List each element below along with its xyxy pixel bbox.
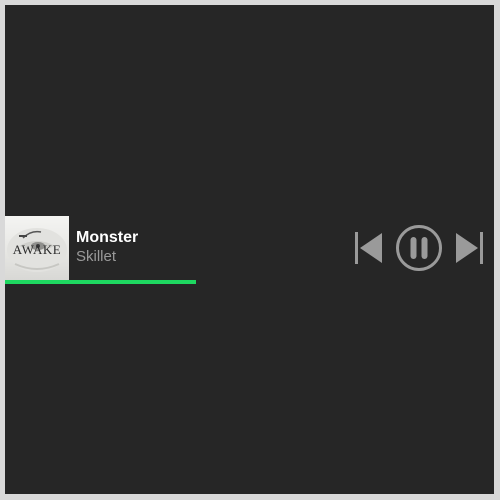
previous-button[interactable]	[354, 231, 384, 265]
track-title[interactable]: Monster	[76, 228, 138, 248]
skip-next-icon	[456, 232, 483, 264]
album-title-text: AWAKE	[12, 242, 62, 257]
playback-controls	[354, 224, 494, 274]
pause-circle-icon	[396, 225, 442, 271]
album-art[interactable]: AWAKE	[5, 216, 69, 280]
skip-previous-icon	[355, 232, 382, 264]
track-info: Monster Skillet	[76, 228, 138, 266]
progress-fill	[5, 280, 196, 284]
track-artist[interactable]: Skillet	[76, 248, 138, 266]
next-button[interactable]	[454, 231, 484, 265]
player-panel: AWAKE Monster Skillet	[5, 5, 494, 494]
window-frame: AWAKE Monster Skillet	[0, 0, 500, 500]
now-playing-bar: AWAKE Monster Skillet	[5, 216, 494, 284]
progress-bar[interactable]	[5, 280, 494, 284]
pause-button[interactable]	[395, 224, 443, 272]
